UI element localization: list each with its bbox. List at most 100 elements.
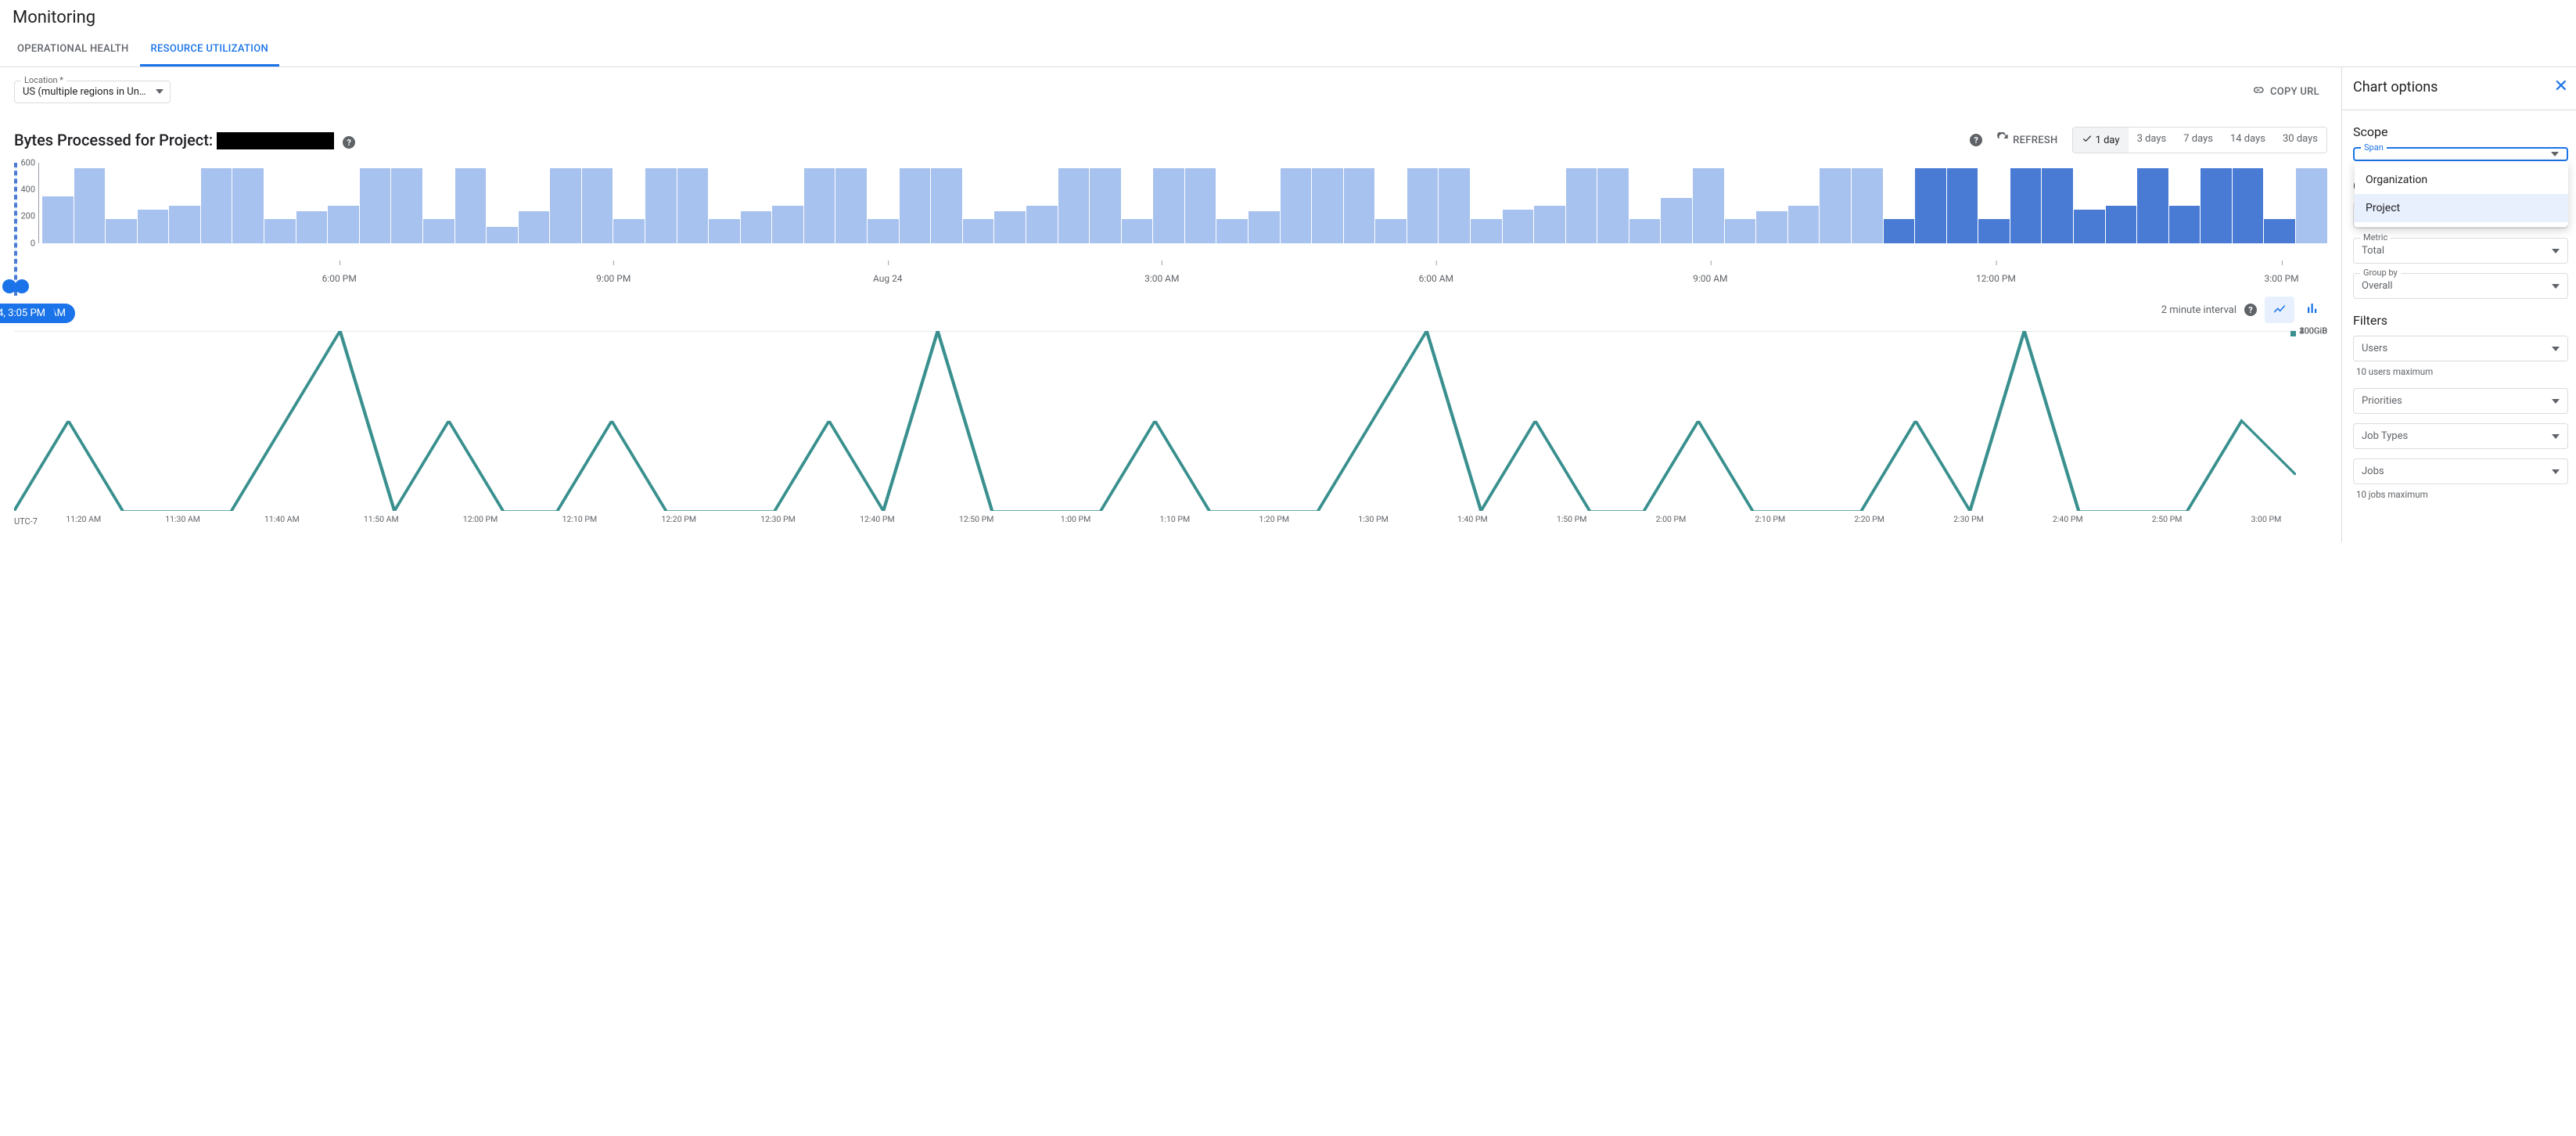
copy-url-label: COPY URL: [2270, 86, 2319, 98]
jobtypes-filter[interactable]: Job Types: [2353, 423, 2568, 449]
range-7days-button[interactable]: 7 days: [2175, 128, 2222, 153]
overview-bar: [264, 219, 296, 243]
filters-section-title: Filters: [2353, 313, 2568, 328]
overview-bar: [423, 219, 454, 243]
timezone-label: UTC-7: [14, 516, 38, 527]
overview-bar: [709, 219, 740, 243]
x-tick: 12:40 PM: [860, 514, 895, 524]
bar-view-button[interactable]: [2298, 297, 2327, 323]
overview-bar: [1216, 219, 1248, 243]
groupby-value: Overall: [2362, 280, 2393, 292]
overview-bar: [1915, 168, 1946, 243]
chevron-down-icon: [2552, 347, 2560, 351]
x-tick: 12:10 PM: [562, 514, 598, 524]
overview-bar: [1375, 219, 1407, 243]
help-icon[interactable]: ?: [2244, 304, 2257, 316]
overview-bar: [2010, 168, 2042, 243]
x-tick: 1:20 PM: [1259, 514, 1289, 524]
close-icon[interactable]: ✕: [2554, 78, 2568, 95]
copy-url-button[interactable]: COPY URL: [2244, 78, 2327, 105]
help-icon[interactable]: ?: [1970, 134, 1982, 146]
x-tick: 3:00 PM: [2264, 273, 2298, 284]
range-1day-label: 1 day: [2096, 135, 2120, 146]
x-tick: 9:00 PM: [596, 273, 631, 284]
line-view-button[interactable]: [2265, 297, 2294, 323]
overview-bar: [1185, 168, 1216, 243]
overview-bar: [2296, 168, 2327, 243]
metric-select[interactable]: Metric Total: [2353, 238, 2568, 264]
scope-section-title: Scope: [2353, 124, 2568, 139]
span-select[interactable]: Span Organization Project: [2353, 147, 2568, 161]
overview-bar: [106, 219, 137, 243]
range-1day-button[interactable]: 1 day: [2073, 128, 2129, 153]
overview-bar: [931, 168, 962, 243]
span-option-organization[interactable]: Organization: [2355, 166, 2568, 194]
overview-bar: [1503, 210, 1534, 243]
overview-bar: [1344, 168, 1375, 243]
range-14days-button[interactable]: 14 days: [2222, 128, 2274, 153]
range-30days-button[interactable]: 30 days: [2274, 128, 2326, 153]
users-filter[interactable]: Users: [2353, 336, 2568, 361]
detail-line-chart[interactable]: 11:20 AM11:30 AM11:40 AM11:50 AM12:00 PM…: [14, 331, 2327, 527]
users-label: Users: [2362, 343, 2387, 354]
overview-bar: [1629, 219, 1661, 243]
project-name-redacted: [217, 132, 334, 149]
overview-bar: [1122, 219, 1153, 243]
brush-rail[interactable]: [9, 289, 22, 292]
overview-bar: [1281, 168, 1312, 243]
overview-bar: [74, 168, 106, 243]
jobs-label: Jobs: [2362, 466, 2384, 477]
help-icon[interactable]: ?: [343, 136, 355, 149]
location-select[interactable]: Location * US (multiple regions in Un…: [14, 81, 171, 103]
span-option-project[interactable]: Project: [2355, 194, 2568, 222]
groupby-select[interactable]: Group by Overall: [2353, 273, 2568, 299]
overview-bar: [1248, 211, 1280, 243]
overview-bar: [1661, 198, 1692, 243]
x-tick: 2:20 PM: [1854, 514, 1884, 524]
overview-bar: [1534, 206, 1565, 243]
overview-bar: [232, 168, 264, 243]
x-tick: 12:00 PM: [1976, 273, 2016, 284]
tab-resource-utilization[interactable]: RESOURCE UTILIZATION: [140, 34, 279, 67]
x-tick: 3:00 AM: [1144, 273, 1179, 284]
metric-label: Metric: [2360, 232, 2391, 243]
overview-bar: [1312, 168, 1343, 243]
y-tick: 600: [20, 158, 35, 168]
x-tick: 2:10 PM: [1755, 514, 1785, 524]
refresh-icon: [1996, 132, 2009, 148]
x-tick: 1:00 PM: [1061, 514, 1091, 524]
page-title: Monitoring: [0, 0, 2576, 34]
groupby-label: Group by: [2360, 268, 2401, 278]
line-chart-svg: [14, 331, 2296, 511]
priorities-filter[interactable]: Priorities: [2353, 388, 2568, 414]
line-x-axis: 11:20 AM11:30 AM11:40 AM11:50 AM12:00 PM…: [14, 514, 2296, 527]
x-tick: 2:40 PM: [2053, 514, 2083, 524]
overview-chart[interactable]: 600 400 200 0 Aug 24, 11:05 AM Aug 24, 3…: [14, 163, 2327, 253]
x-tick: 11:30 AM: [165, 514, 200, 524]
line-chart-icon: [2272, 307, 2287, 318]
overview-bar: [1756, 211, 1787, 243]
overview-bar: [741, 211, 772, 243]
jobs-filter[interactable]: Jobs: [2353, 458, 2568, 484]
x-tick: 6:00 AM: [1419, 273, 1453, 284]
overview-bar: [1693, 168, 1724, 243]
overview-bar: [1852, 168, 1883, 243]
refresh-button[interactable]: REFRESH: [1989, 128, 2065, 153]
overview-bar: [550, 168, 581, 243]
x-tick: 11:40 AM: [264, 514, 300, 524]
brush-handle-right[interactable]: [15, 279, 29, 293]
y-tick: 200: [20, 210, 35, 221]
x-tick: 1:50 PM: [1557, 514, 1587, 524]
overview-x-axis: 6:00 PM9:00 PMAug 243:00 AM6:00 AM9:00 A…: [42, 257, 2327, 284]
overview-bar: [519, 211, 550, 243]
chevron-down-icon: [2552, 469, 2560, 474]
x-tick: 2:50 PM: [2152, 514, 2183, 524]
overview-bar: [645, 168, 677, 243]
range-3days-button[interactable]: 3 days: [2129, 128, 2175, 153]
x-tick: 1:10 PM: [1160, 514, 1191, 524]
x-tick: 11:50 AM: [364, 514, 399, 524]
location-label: Location *: [21, 75, 66, 85]
overview-bar: [1407, 168, 1439, 243]
tab-operational-health[interactable]: OPERATIONAL HEALTH: [6, 34, 140, 67]
time-range-group: 1 day 3 days 7 days 14 days 30 days: [2072, 127, 2327, 153]
